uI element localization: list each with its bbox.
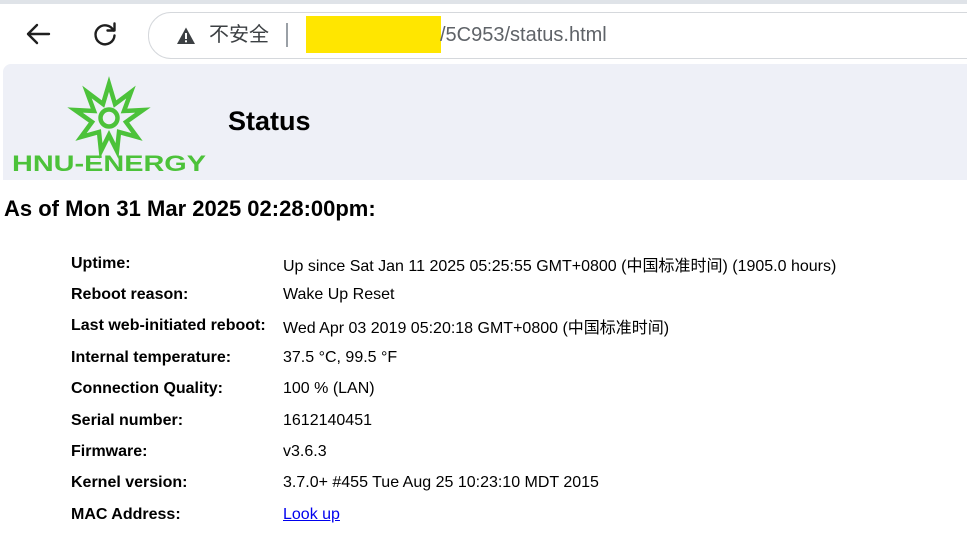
serial-number-value: 1612140451: [283, 411, 372, 429]
table-row: MAC Address: Look up: [63, 499, 842, 530]
internal-temperature-value: 37.5 °C, 99.5 °F: [283, 348, 398, 366]
security-label[interactable]: 不安全: [209, 23, 269, 47]
reboot-reason-label: Reboot reason:: [71, 286, 189, 304]
table-row: Firmware: v3.6.3: [63, 436, 842, 467]
mac-address-label: MAC Address:: [71, 505, 181, 523]
browser-toolbar: 不安全 /5C953/status.html: [0, 0, 967, 62]
tab-strip-edge: [0, 0, 967, 4]
page-title: Status: [228, 106, 311, 136]
connection-quality-label: Connection Quality:: [71, 380, 223, 398]
kernel-version-label: Kernel version:: [71, 474, 188, 492]
header-banner: HNU-ENERGY Status: [3, 64, 967, 180]
reboot-reason-value: Wake Up Reset: [283, 286, 395, 304]
internal-temperature-label: Internal temperature:: [71, 348, 232, 366]
last-reboot-label: Last web-initiated reboot:: [71, 317, 266, 335]
status-table: Uptime: Up since Sat Jan 11 2025 05:25:5…: [63, 248, 842, 531]
table-row: Serial number: 1612140451: [63, 405, 842, 436]
url-path[interactable]: /5C953/status.html: [440, 23, 607, 47]
firmware-label: Firmware:: [71, 443, 148, 461]
uptime-label: Uptime:: [71, 254, 131, 272]
last-reboot-value: Wed Apr 03 2019 05:20:18 GMT+0800 (中国标准时…: [283, 320, 670, 338]
connection-quality-value: 100 % (LAN): [283, 380, 375, 398]
table-row: Kernel version: 3.7.0+ #455 Tue Aug 25 1…: [63, 468, 842, 499]
reload-icon: [94, 22, 116, 46]
back-arrow-icon: [26, 23, 51, 45]
serial-number-label: Serial number:: [71, 411, 184, 429]
page-content: HNU-ENERGY Status As of Mon 31 Mar 2025 …: [3, 64, 967, 544]
warning-icon[interactable]: [176, 26, 196, 46]
table-row: Reboot reason: Wake Up Reset: [63, 279, 842, 310]
uptime-value: Up since Sat Jan 11 2025 05:25:55 GMT+08…: [283, 257, 837, 275]
mac-lookup-link[interactable]: Look up: [283, 506, 340, 523]
back-button[interactable]: [18, 14, 58, 54]
status-timestamp-heading: As of Mon 31 Mar 2025 02:28:00pm:: [4, 196, 376, 221]
kernel-version-value: 3.7.0+ #455 Tue Aug 25 10:23:10 MDT 2015: [283, 474, 599, 492]
firmware-value: v3.6.3: [283, 443, 327, 461]
url-host-redaction: [306, 16, 441, 53]
hnu-energy-logo-icon: HNU-ENERGY: [12, 76, 206, 174]
address-bar[interactable]: 不安全 /5C953/status.html: [148, 12, 967, 59]
table-row: Last web-initiated reboot: Wed Apr 03 20…: [63, 311, 842, 342]
logo-text: HNU-ENERGY: [12, 151, 206, 174]
table-row: Internal temperature: 37.5 °C, 99.5 °F: [63, 342, 842, 373]
reload-button[interactable]: [85, 14, 125, 54]
mac-address-value: Look up: [277, 499, 842, 530]
url-separator: [286, 23, 288, 47]
table-row: Uptime: Up since Sat Jan 11 2025 05:25:5…: [63, 248, 842, 279]
table-row: Connection Quality: 100 % (LAN): [63, 374, 842, 405]
